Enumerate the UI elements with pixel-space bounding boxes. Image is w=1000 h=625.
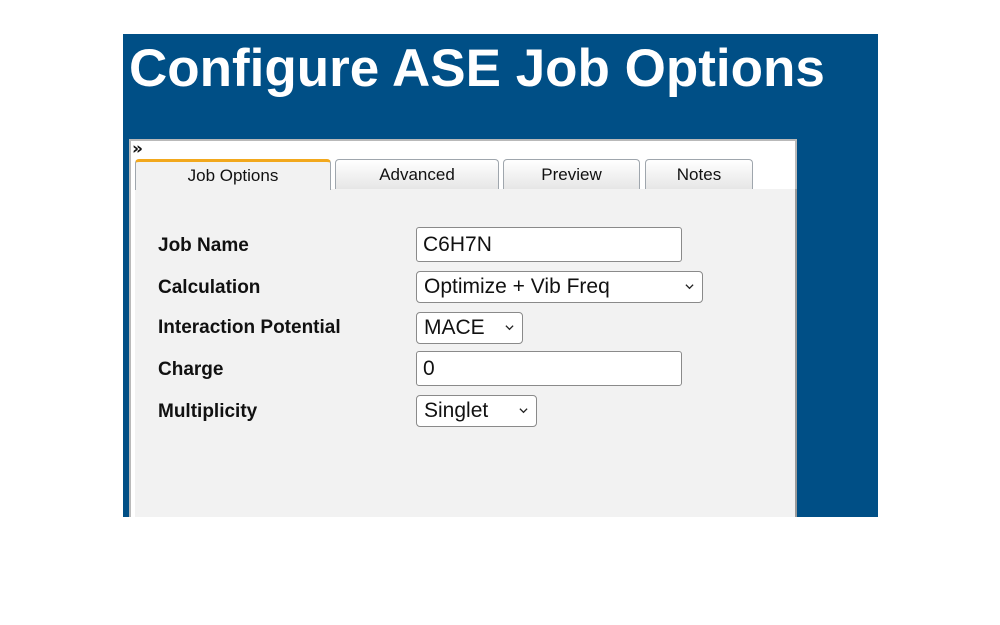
tab-advanced[interactable]: Advanced <box>335 159 499 189</box>
options-panel: » Job Options Advanced Preview Notes Job… <box>129 139 797 517</box>
job-name-label: Job Name <box>158 235 249 256</box>
page-title: Configure ASE Job Options <box>129 39 825 98</box>
chevron-down-icon <box>685 284 694 290</box>
chevron-down-icon <box>505 325 514 331</box>
job-name-input[interactable] <box>416 227 682 262</box>
interaction-potential-select[interactable]: MACE <box>416 312 523 344</box>
interaction-potential-select-value: MACE <box>424 316 485 339</box>
charge-label: Charge <box>158 359 224 380</box>
chevron-down-icon <box>519 408 528 414</box>
tab-preview[interactable]: Preview <box>503 159 640 189</box>
calculation-label: Calculation <box>158 277 261 298</box>
calculation-select[interactable]: Optimize + Vib Freq <box>416 271 703 303</box>
multiplicity-select-value: Singlet <box>424 399 489 422</box>
calculation-select-value: Optimize + Vib Freq <box>424 275 610 298</box>
tab-notes[interactable]: Notes <box>645 159 753 189</box>
double-chevron-right-icon[interactable]: » <box>132 141 150 158</box>
charge-input[interactable] <box>416 351 682 386</box>
dialog-frame: Configure ASE Job Options » Job Options … <box>123 34 878 517</box>
interaction-potential-label: Interaction Potential <box>158 317 341 338</box>
job-options-content: Job Name Calculation Optimize + Vib Freq… <box>135 189 797 517</box>
multiplicity-select[interactable]: Singlet <box>416 395 537 427</box>
tab-job-options[interactable]: Job Options <box>135 159 331 190</box>
multiplicity-label: Multiplicity <box>158 401 258 422</box>
